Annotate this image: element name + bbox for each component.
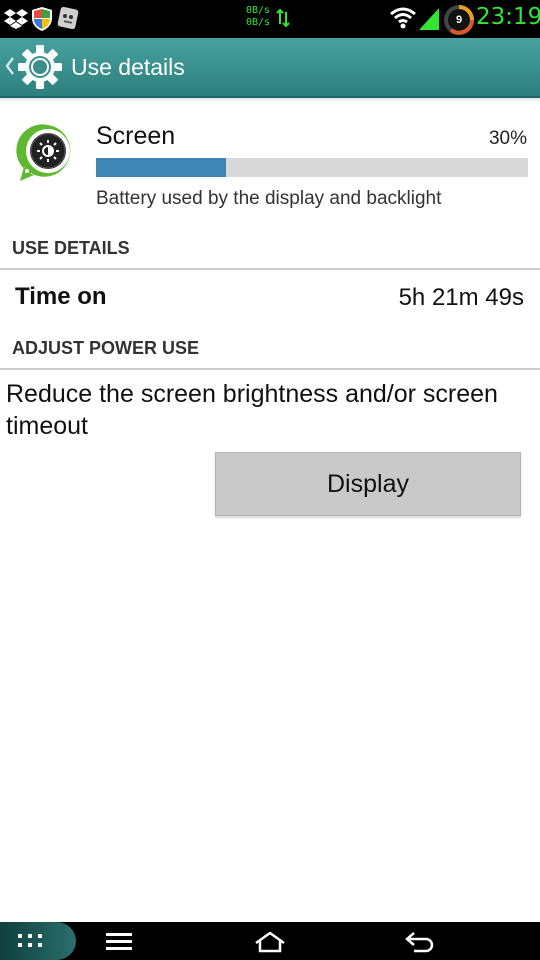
up-chevron-icon[interactable]	[5, 56, 15, 81]
status-bar: 0B/s 0B/s 9 23:19	[0, 0, 540, 38]
home-icon[interactable]	[254, 931, 286, 958]
page-title: Use details	[71, 54, 185, 80]
power-tip-text: Reduce the screen brightness and/or scre…	[6, 380, 498, 440]
net-download-speed: 0B/s	[246, 17, 271, 28]
app-description: Battery used by the display and backligh…	[96, 188, 442, 209]
data-arrows-icon	[276, 8, 290, 33]
shield-icon	[31, 6, 53, 37]
battery-level: 9	[455, 14, 463, 26]
use-details-screen: 0B/s 0B/s 9 23:19 Use details Screen 30%…	[0, 0, 540, 960]
back-icon[interactable]	[404, 931, 436, 958]
section-header-adjust-power: ADJUST POWER USE	[12, 338, 200, 358]
action-bar: Use details	[0, 38, 540, 98]
action-bar-shadow	[0, 98, 540, 102]
app-name: Screen	[96, 122, 176, 150]
apps-grid-icon	[18, 934, 42, 953]
usage-progress-fill	[96, 158, 226, 177]
robot-icon	[56, 5, 80, 36]
section-header-use-details: USE DETAILS	[12, 238, 130, 258]
network-speed: 0B/s 0B/s	[246, 5, 270, 29]
section-divider	[0, 368, 540, 370]
usage-progress-bar	[96, 158, 528, 177]
menu-icon[interactable]	[106, 933, 132, 956]
status-clock: 23:19	[476, 4, 540, 30]
section-divider	[0, 268, 540, 270]
dropbox-icon	[4, 8, 28, 35]
detail-label-time-on: Time on	[15, 283, 107, 310]
signal-icon	[419, 6, 441, 35]
apps-drawer-button[interactable]	[0, 922, 76, 960]
display-settings-button[interactable]: Display	[215, 452, 521, 516]
screen-brightness-icon	[16, 121, 80, 190]
navigation-bar	[0, 922, 540, 960]
gear-icon[interactable]	[17, 44, 63, 95]
usage-percent: 30%	[488, 128, 527, 149]
detail-value-time-on: 5h 21m 49s	[398, 284, 524, 311]
net-upload-speed: 0B/s	[246, 5, 271, 16]
wifi-icon	[390, 6, 416, 35]
